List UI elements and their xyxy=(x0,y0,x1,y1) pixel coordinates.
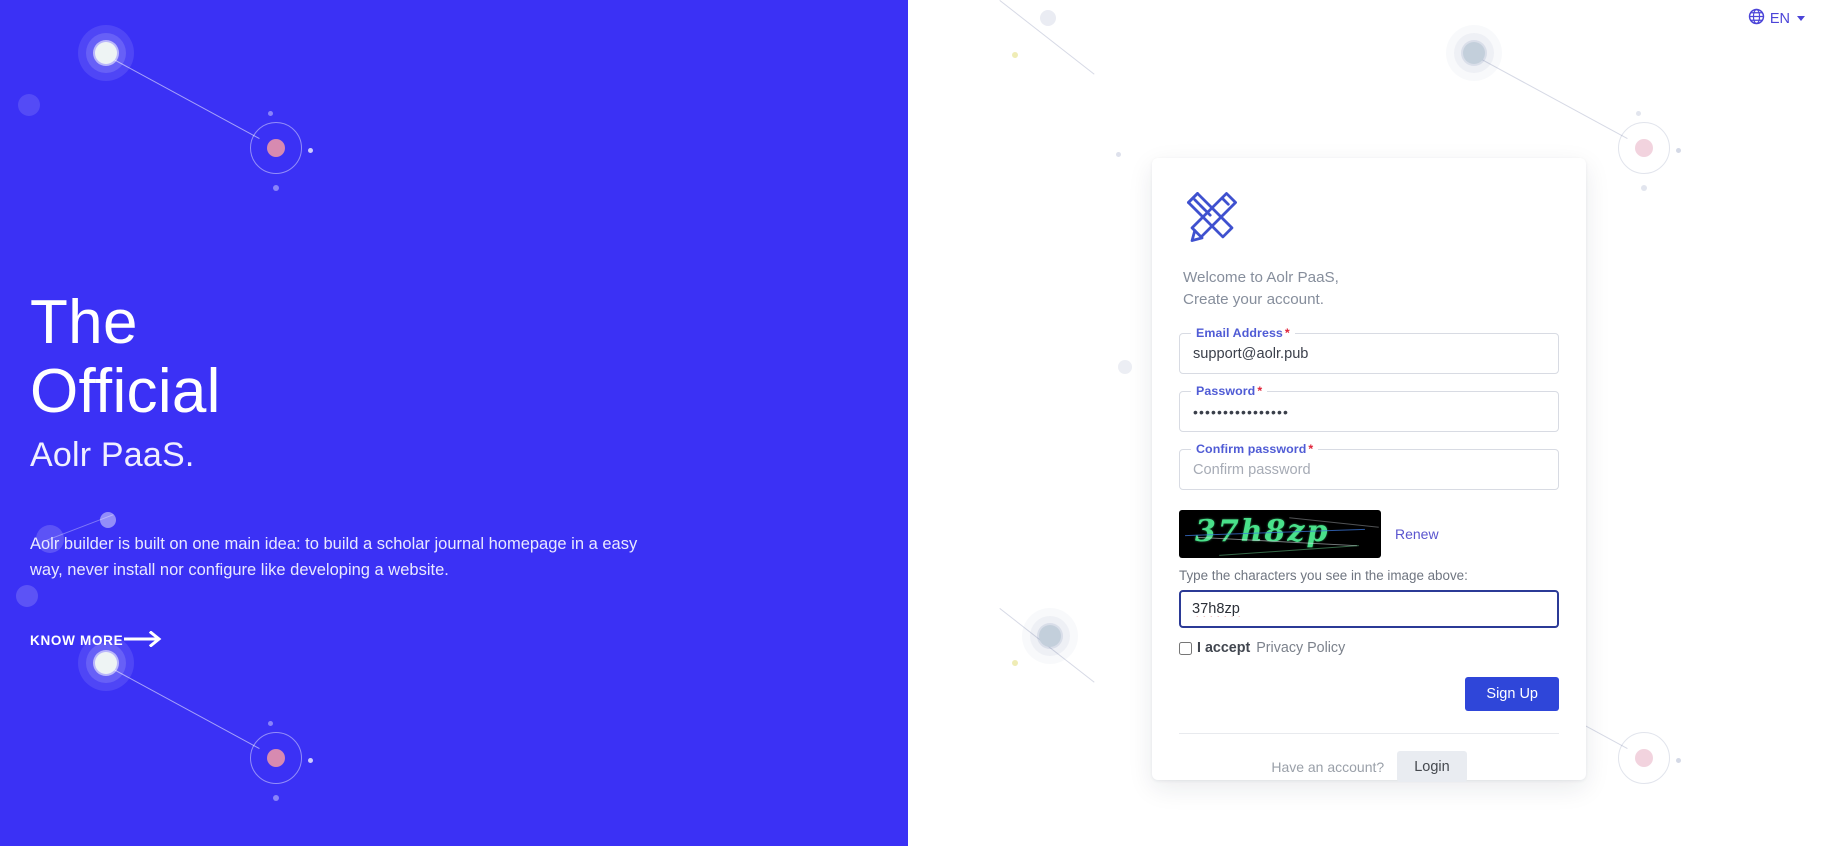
login-button[interactable]: Login xyxy=(1397,751,1467,783)
signup-button-row: Sign Up xyxy=(1179,677,1559,712)
decor-pink-node xyxy=(267,139,285,157)
password-field-label: Password * xyxy=(1191,384,1268,399)
welcome-text: Welcome to Aolr PaaS, Create your accoun… xyxy=(1183,267,1559,311)
hero-title-line3: Aolr PaaS. xyxy=(30,435,195,474)
ruler-pencil-logo-icon xyxy=(1183,188,1241,246)
hero-panel: The Official Aolr PaaS. Aolr builder is … xyxy=(0,0,908,846)
decor-pink-node-light xyxy=(1635,139,1653,157)
hero-title-line1: The xyxy=(30,288,138,357)
card-footer: Have an account? Login xyxy=(1179,751,1559,783)
hero-title-line2: Official xyxy=(30,357,221,427)
confirm-password-field-label: Confirm password * xyxy=(1191,442,1319,457)
decor-ring-light xyxy=(1618,122,1670,174)
decor-pink-node xyxy=(267,749,285,767)
have-account-label: Have an account? xyxy=(1271,758,1385,775)
privacy-policy-link[interactable]: Privacy Policy xyxy=(1256,640,1345,656)
decor-glow-node xyxy=(78,25,134,81)
password-field-group: Password * xyxy=(1179,384,1559,433)
decor-glow-node-light xyxy=(1446,25,1502,81)
hero-description: Aolr builder is built on one main idea: … xyxy=(30,534,638,580)
decor-ring-light xyxy=(1618,732,1670,784)
accept-label: I accept xyxy=(1197,640,1251,657)
welcome-line2: Create your account. xyxy=(1183,291,1324,309)
decor-pink-node-light xyxy=(1635,749,1653,767)
hero-content: The Official Aolr PaaS. Aolr builder is … xyxy=(30,288,690,650)
globe-icon xyxy=(1748,8,1765,29)
confirm-password-field-group: Confirm password * xyxy=(1179,442,1559,491)
email-field-group: Email Address * xyxy=(1179,326,1559,375)
know-more-label: KNOW MORE xyxy=(30,633,124,649)
arrow-right-icon xyxy=(124,630,164,650)
decor-glow-node-light xyxy=(1022,608,1078,664)
signup-card: Welcome to Aolr PaaS, Create your accoun… xyxy=(1152,158,1586,783)
decor-ring xyxy=(250,122,302,174)
card-divider xyxy=(1179,733,1559,735)
captcha-input[interactable] xyxy=(1181,592,1557,627)
chevron-down-icon xyxy=(1797,16,1805,21)
know-more-button[interactable]: KNOW MORE xyxy=(30,630,164,650)
captcha-image: 37h8zp xyxy=(1179,510,1381,559)
language-code: EN xyxy=(1769,10,1790,27)
signup-page: The Official Aolr PaaS. Aolr builder is … xyxy=(0,0,1825,846)
captcha-hint-text: Type the characters you see in the image… xyxy=(1179,568,1468,584)
language-selector[interactable]: EN xyxy=(1748,8,1805,29)
welcome-line1: Welcome to Aolr PaaS, xyxy=(1183,269,1339,286)
email-field-label: Email Address * xyxy=(1191,326,1295,341)
decor-ring xyxy=(250,732,302,784)
privacy-policy-row: I accept Privacy Policy xyxy=(1179,640,1559,656)
captcha-row: 37h8zp Renew xyxy=(1179,510,1559,559)
captcha-renew-link[interactable]: Renew xyxy=(1395,526,1439,542)
accept-privacy-checkbox[interactable] xyxy=(1179,641,1192,655)
sign-up-button[interactable]: Sign Up xyxy=(1465,677,1559,712)
captcha-input-wrapper xyxy=(1179,590,1559,629)
